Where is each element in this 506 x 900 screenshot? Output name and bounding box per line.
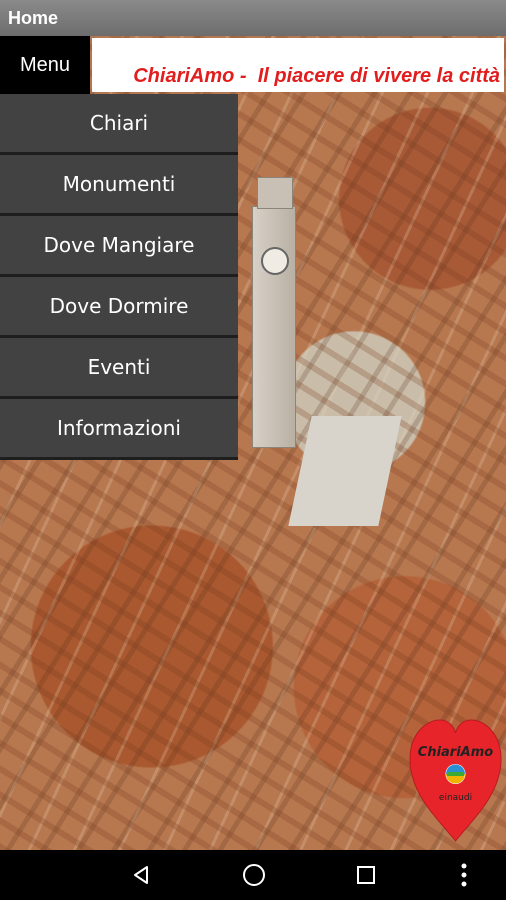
menu-item-label: Eventi bbox=[87, 355, 151, 379]
android-nav-bar bbox=[0, 850, 506, 900]
banner-text: ChiariAmo - Il piacere di vivere la citt… bbox=[133, 65, 501, 87]
menu-item-informazioni[interactable]: Informazioni bbox=[0, 399, 238, 460]
menu-button[interactable]: Menu bbox=[0, 36, 90, 94]
overflow-button[interactable] bbox=[434, 850, 494, 900]
home-icon bbox=[243, 864, 265, 886]
logo-name: ChiariAmo bbox=[418, 745, 493, 760]
home-button[interactable] bbox=[224, 850, 284, 900]
menu-item-label: Monumenti bbox=[62, 172, 176, 196]
home-content: Menu ChiariAmo - Il piacere di vivere la… bbox=[0, 36, 506, 850]
back-button[interactable] bbox=[111, 850, 171, 900]
menu-item-label: Chiari bbox=[89, 111, 149, 135]
logo-sub: einaudi bbox=[439, 793, 472, 803]
menu-item-label: Dove Mangiare bbox=[43, 233, 195, 257]
chiariamo-heart-logo: ChiariAmo einaudi bbox=[409, 719, 502, 842]
menu-item-label: Informazioni bbox=[57, 416, 181, 440]
menu-item-monumenti[interactable]: Monumenti bbox=[0, 155, 238, 216]
recents-icon bbox=[357, 866, 375, 884]
piazza-shape bbox=[288, 416, 402, 526]
menu-item-eventi[interactable]: Eventi bbox=[0, 338, 238, 399]
recents-button[interactable] bbox=[336, 850, 396, 900]
back-icon bbox=[134, 866, 148, 884]
bell-tower-shape bbox=[252, 177, 296, 448]
app-title: Home bbox=[8, 8, 59, 28]
menu-item-label: Dove Dormire bbox=[49, 294, 189, 318]
more-vert-icon bbox=[461, 863, 467, 887]
app-title-bar: Home bbox=[0, 0, 506, 36]
menu-button-label: Menu bbox=[19, 53, 71, 76]
menu-item-chiari[interactable]: Chiari bbox=[0, 94, 238, 155]
header-banner: ChiariAmo - Il piacere di vivere la citt… bbox=[92, 38, 504, 92]
menu-item-dove-mangiare[interactable]: Dove Mangiare bbox=[0, 216, 238, 277]
menu-item-dove-dormire[interactable]: Dove Dormire bbox=[0, 277, 238, 338]
navigation-drawer: Chiari Monumenti Dove Mangiare Dove Dorm… bbox=[0, 94, 238, 460]
